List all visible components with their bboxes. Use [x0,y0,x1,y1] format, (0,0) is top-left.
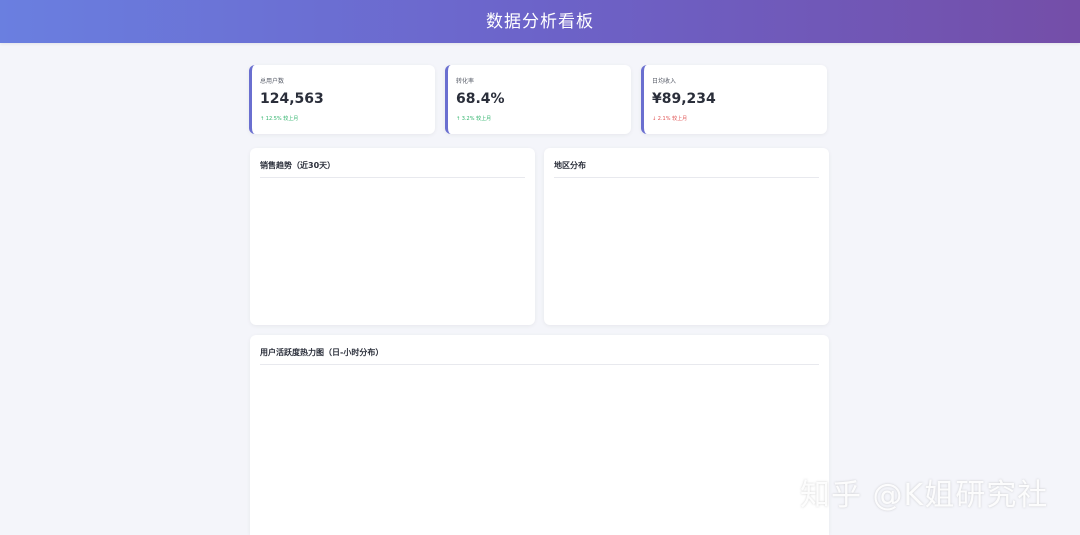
panel-title: 地区分布 [554,161,586,170]
stat-change: ↓ 2.1% 较上月 [652,116,688,122]
stat-value: ¥89,234 [652,91,716,107]
app-header: 数据分析看板 [0,0,1080,43]
divider [260,177,525,178]
stat-label: 日均收入 [652,78,677,85]
activity-heatmap-panel: 用户活跃度热力图（日-小时分布） [250,335,829,535]
region-distribution-panel: 地区分布 [544,148,829,325]
watermark: 知乎 @K姐研究社 [800,478,1049,513]
heatmap-chart-area [260,366,819,527]
stat-change: ↑ 3.2% 较上月 [456,116,492,122]
stat-change: ↑ 12.5% 较上月 [260,116,299,122]
sales-trend-chart-area [260,179,525,317]
panel-title: 用户活跃度热力图（日-小时分布） [260,348,384,357]
region-chart-area [554,179,819,317]
stat-card-conversion-rate: 转化率 68.4% ↑ 3.2% 较上月 [445,65,631,134]
sales-trend-panel: 销售趋势（近30天） [250,148,535,325]
stat-value: 124,563 [260,91,324,107]
stat-card-total-users: 总用户数 124,563 ↑ 12.5% 较上月 [249,65,435,134]
divider [260,364,819,365]
divider [554,177,819,178]
stat-value: 68.4% [456,91,505,107]
stat-label: 总用户数 [260,78,285,85]
page-title: 数据分析看板 [486,12,594,32]
stat-card-daily-revenue: 日均收入 ¥89,234 ↓ 2.1% 较上月 [641,65,827,134]
stat-label: 转化率 [456,78,475,85]
panel-title: 销售趋势（近30天） [260,161,336,170]
